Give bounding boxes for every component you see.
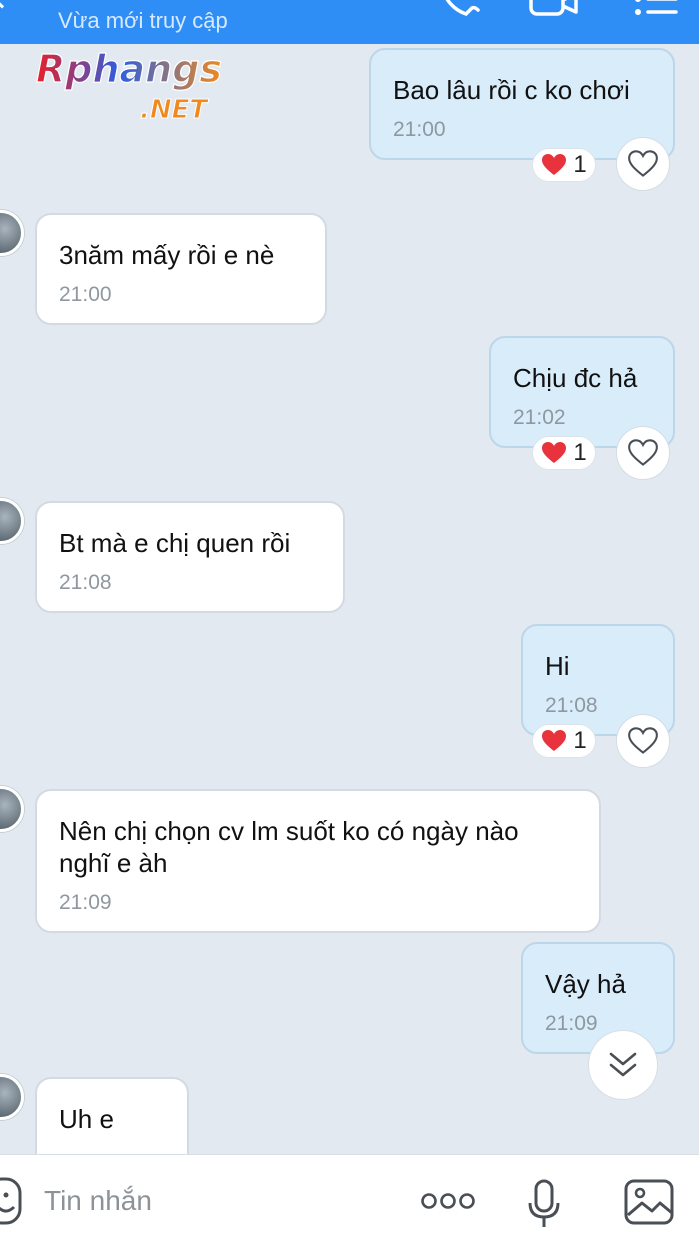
video-icon[interactable] xyxy=(528,0,580,22)
scroll-to-bottom-button[interactable] xyxy=(588,1030,658,1100)
message-text: Vậy hả xyxy=(545,969,626,999)
reaction-badge[interactable]: 1 xyxy=(532,436,596,470)
message-text: Bao lâu rồi c ko chơi xyxy=(393,75,630,105)
message-text: Uh e xyxy=(59,1104,114,1134)
back-icon[interactable] xyxy=(0,0,11,9)
reaction-badge[interactable]: 1 xyxy=(532,148,596,182)
heart-icon xyxy=(542,154,567,175)
message-time: 21:00 xyxy=(59,283,112,306)
image-icon[interactable] xyxy=(624,1179,674,1225)
more-icon[interactable] xyxy=(420,1191,476,1211)
emoji-icon[interactable] xyxy=(0,1177,22,1225)
reaction-count: 1 xyxy=(573,151,587,178)
double-chevron-down-icon xyxy=(609,1052,637,1077)
message-bubble-received[interactable]: Nên chị chọn cv lm suốt ko có ngày nào n… xyxy=(35,789,601,933)
phone-icon[interactable] xyxy=(436,0,480,22)
presence-status: Vừa mới truy cập xyxy=(58,8,228,33)
message-bubble-received[interactable]: 3năm mấy rồi e nè 21:00 xyxy=(35,213,327,325)
message-time: 21:09 xyxy=(59,891,112,914)
message-bubble-sent[interactable]: Vậy hả 21:09 xyxy=(521,942,675,1054)
message-bubble-received[interactable]: Uh e xyxy=(35,1077,189,1154)
message-text: 3năm mấy rồi e nè xyxy=(59,240,275,270)
message-bubble-received[interactable]: Bt mà e chị quen rồi 21:08 xyxy=(35,501,345,613)
message-list[interactable]: Rphangs .NET Bao lâu rồi c ko chơi 21:00… xyxy=(0,44,699,1154)
message-time: 21:08 xyxy=(59,571,112,594)
heart-outline-icon xyxy=(628,727,658,754)
reaction-badge[interactable]: 1 xyxy=(532,724,596,758)
heart-outline-icon xyxy=(628,439,658,466)
message-text: Chịu đc hả xyxy=(513,363,638,393)
svg-text:Rphangs: Rphangs xyxy=(36,48,222,91)
svg-text:.NET: .NET xyxy=(140,95,209,124)
like-button[interactable] xyxy=(616,714,670,768)
heart-icon xyxy=(542,730,567,751)
microphone-icon[interactable] xyxy=(526,1179,562,1229)
heart-outline-icon xyxy=(628,150,658,177)
avatar[interactable] xyxy=(0,1074,24,1120)
chat-header: Vừa mới truy cập xyxy=(0,0,699,44)
avatar[interactable] xyxy=(0,786,24,832)
composer-bar: Tin nhắn xyxy=(0,1154,699,1249)
message-time: 21:00 xyxy=(393,118,446,141)
site-logo: Rphangs .NET xyxy=(35,48,222,124)
message-text: Hi xyxy=(545,651,570,681)
heart-icon xyxy=(542,442,567,463)
message-text: Nên chị chọn cv lm suốt ko có ngày nào n… xyxy=(59,816,519,878)
avatar[interactable] xyxy=(0,210,24,256)
message-text: Bt mà e chị quen rồi xyxy=(59,528,291,558)
like-button[interactable] xyxy=(616,426,670,480)
avatar[interactable] xyxy=(0,498,24,544)
message-input[interactable]: Tin nhắn xyxy=(44,1185,152,1217)
like-button[interactable] xyxy=(616,137,670,191)
reaction-count: 1 xyxy=(573,439,587,466)
menu-icon[interactable] xyxy=(632,0,680,22)
reaction-count: 1 xyxy=(573,727,587,754)
message-time: 21:02 xyxy=(513,406,566,429)
